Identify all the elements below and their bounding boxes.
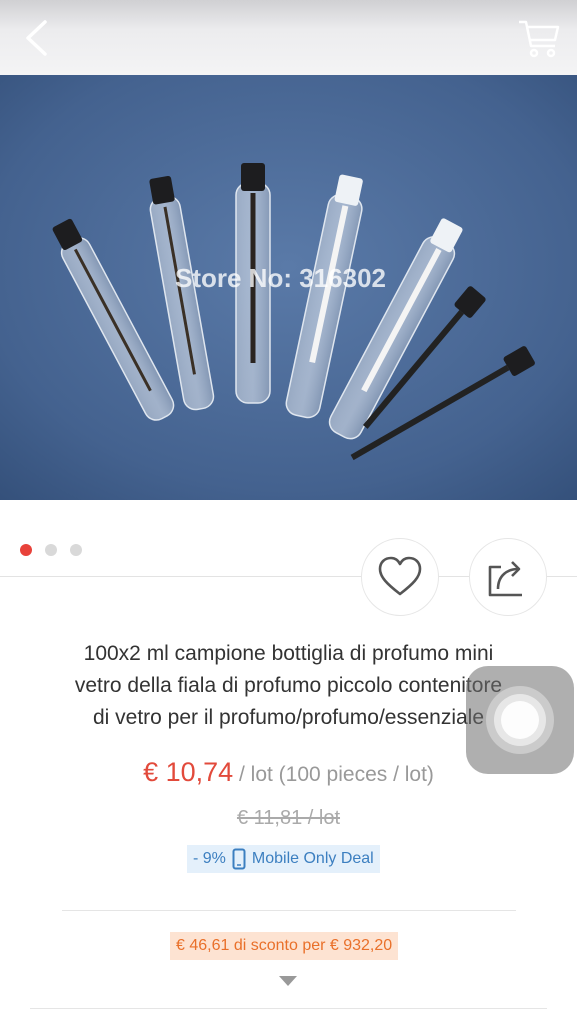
assistive-touch-button[interactable] <box>466 666 574 774</box>
current-price: € 10,74 <box>143 757 234 787</box>
divider <box>30 1008 547 1009</box>
share-button[interactable] <box>469 538 547 616</box>
mobile-deal-badge: - 9% Mobile Only Deal <box>187 845 380 873</box>
shopping-cart-icon <box>519 20 560 58</box>
coupon-badge[interactable]: € 46,61 di sconto per € 932,20 <box>170 932 399 960</box>
pager-dot[interactable] <box>45 544 57 556</box>
phone-icon <box>232 848 246 870</box>
share-icon <box>488 561 522 597</box>
divider <box>62 910 516 911</box>
expand-arrow-icon[interactable] <box>279 976 297 986</box>
original-price: € 11,81 / lot <box>236 807 341 829</box>
deal-percent: - 9% <box>193 850 226 867</box>
wishlist-button[interactable] <box>361 538 439 616</box>
pager-dot[interactable] <box>70 544 82 556</box>
heart-icon <box>378 556 422 596</box>
store-watermark: Store No: 316302 <box>175 263 386 293</box>
assistive-touch-icon <box>486 686 554 754</box>
back-button[interactable] <box>18 16 58 60</box>
pager-dot-active[interactable] <box>20 544 32 556</box>
top-bar <box>0 0 577 75</box>
cart-button[interactable] <box>516 18 562 60</box>
deal-label: Mobile Only Deal <box>251 850 374 867</box>
product-image[interactable]: Store No: 316302 <box>0 75 577 500</box>
gallery-pager[interactable] <box>20 544 82 556</box>
chevron-left-icon <box>26 20 47 56</box>
title-line: 100x2 ml campione bottiglia di profumo m… <box>83 642 494 665</box>
price-unit: / lot (100 pieces / lot) <box>233 763 434 786</box>
